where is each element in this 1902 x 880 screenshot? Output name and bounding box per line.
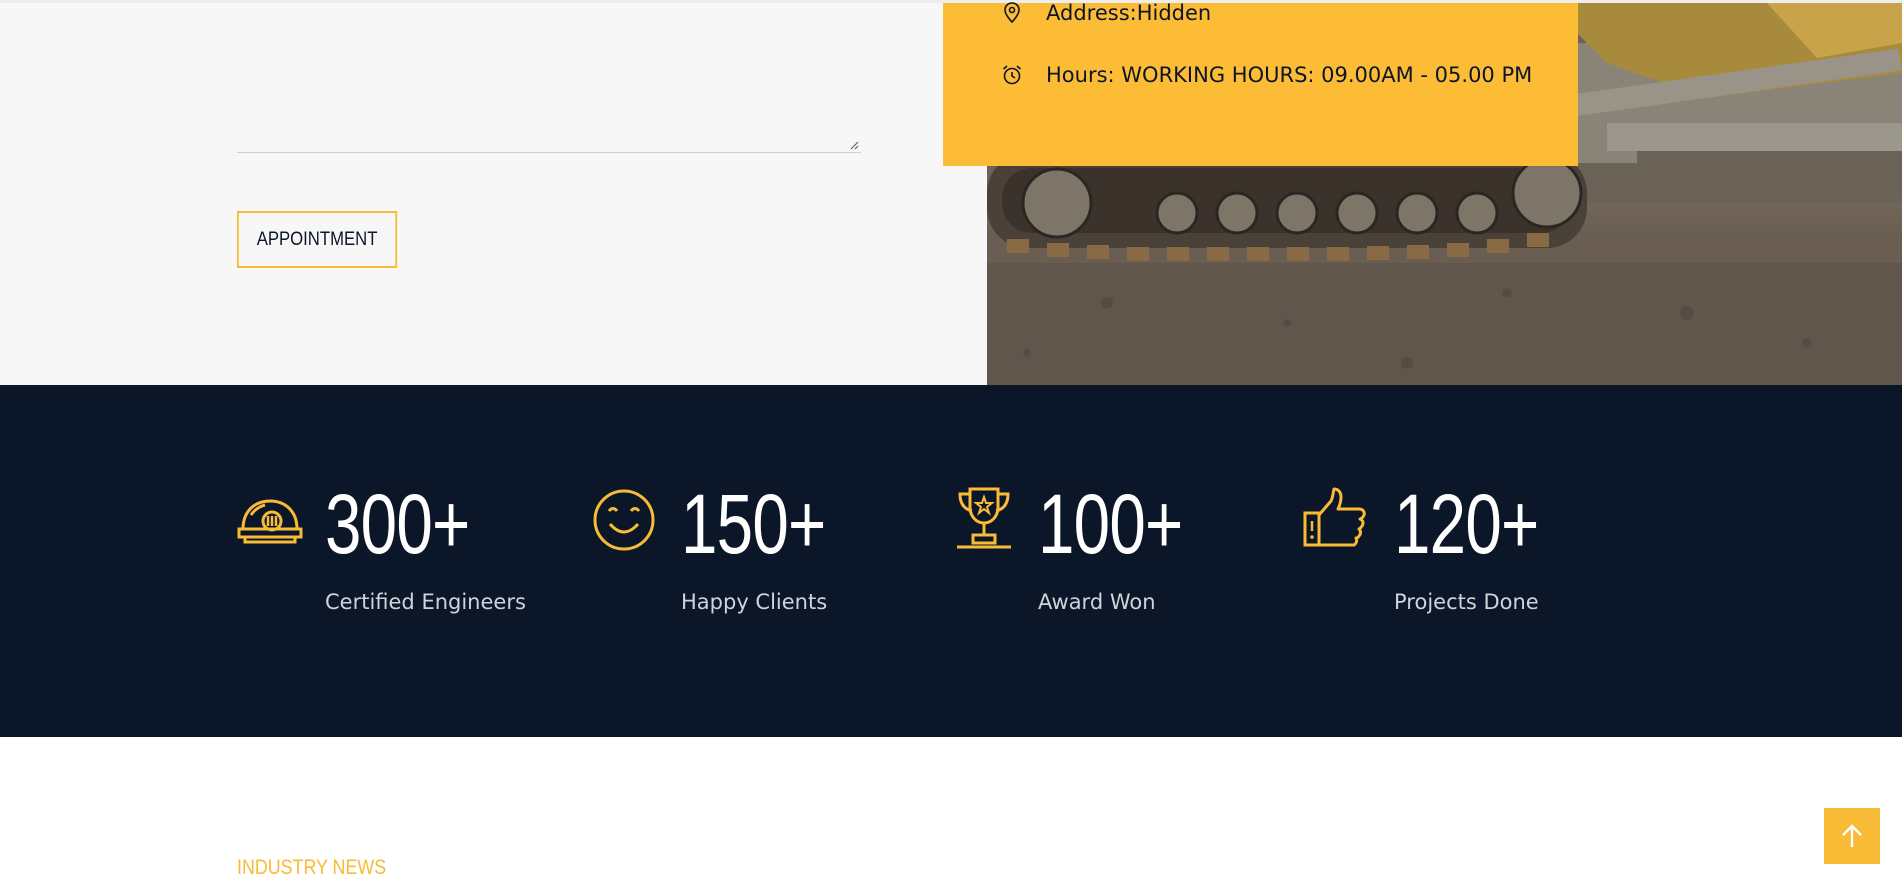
resize-grip-icon[interactable] (849, 140, 859, 150)
alarm-clock-icon (1000, 63, 1024, 87)
hardhat-icon (237, 485, 303, 551)
stats-section: 300+ Certified Engineers 150+ Happy Clie… (0, 385, 1902, 737)
contact-hours-row: Hours: WORKING HOURS: 09.00AM - 05.00 PM (1000, 63, 1532, 87)
stat-value: 100+ (1038, 477, 1183, 571)
contact-info-box: Address:Hidden Hours: WORKING HOURS: 09.… (943, 1, 1578, 166)
appointment-button[interactable]: APPOINTMENT (237, 211, 398, 268)
contact-address: Address:Hidden (1046, 1, 1212, 25)
map-pin-icon (1000, 1, 1024, 25)
stat-value: 300+ (325, 477, 470, 571)
arrow-up-icon (1842, 824, 1862, 847)
appointment-form-panel: APPOINTMENT (0, 3, 987, 385)
stat-label: Award Won (1038, 590, 1156, 614)
stat-award-won: 100+ Award Won (953, 479, 1253, 614)
scroll-to-top-button[interactable] (1824, 808, 1880, 864)
thumbs-up-icon (1303, 485, 1369, 551)
trophy-icon (953, 485, 1019, 551)
stat-projects-done: 120+ Projects Done (1303, 479, 1603, 614)
stat-label: Certified Engineers (325, 590, 526, 614)
industry-news-label: INDUSTRY NEWS (237, 856, 387, 879)
stat-value: 150+ (681, 477, 826, 571)
stat-value: 120+ (1394, 477, 1539, 571)
contact-hours: Hours: WORKING HOURS: 09.00AM - 05.00 PM (1046, 63, 1533, 87)
stat-label: Projects Done (1394, 590, 1539, 614)
stat-label: Happy Clients (681, 590, 828, 614)
smiley-icon (593, 485, 659, 551)
stat-happy-clients: 150+ Happy Clients (593, 479, 893, 614)
message-textarea[interactable] (237, 6, 861, 153)
contact-address-row: Address:Hidden (1000, 1, 1211, 25)
stat-certified-engineers: 300+ Certified Engineers (237, 479, 537, 614)
